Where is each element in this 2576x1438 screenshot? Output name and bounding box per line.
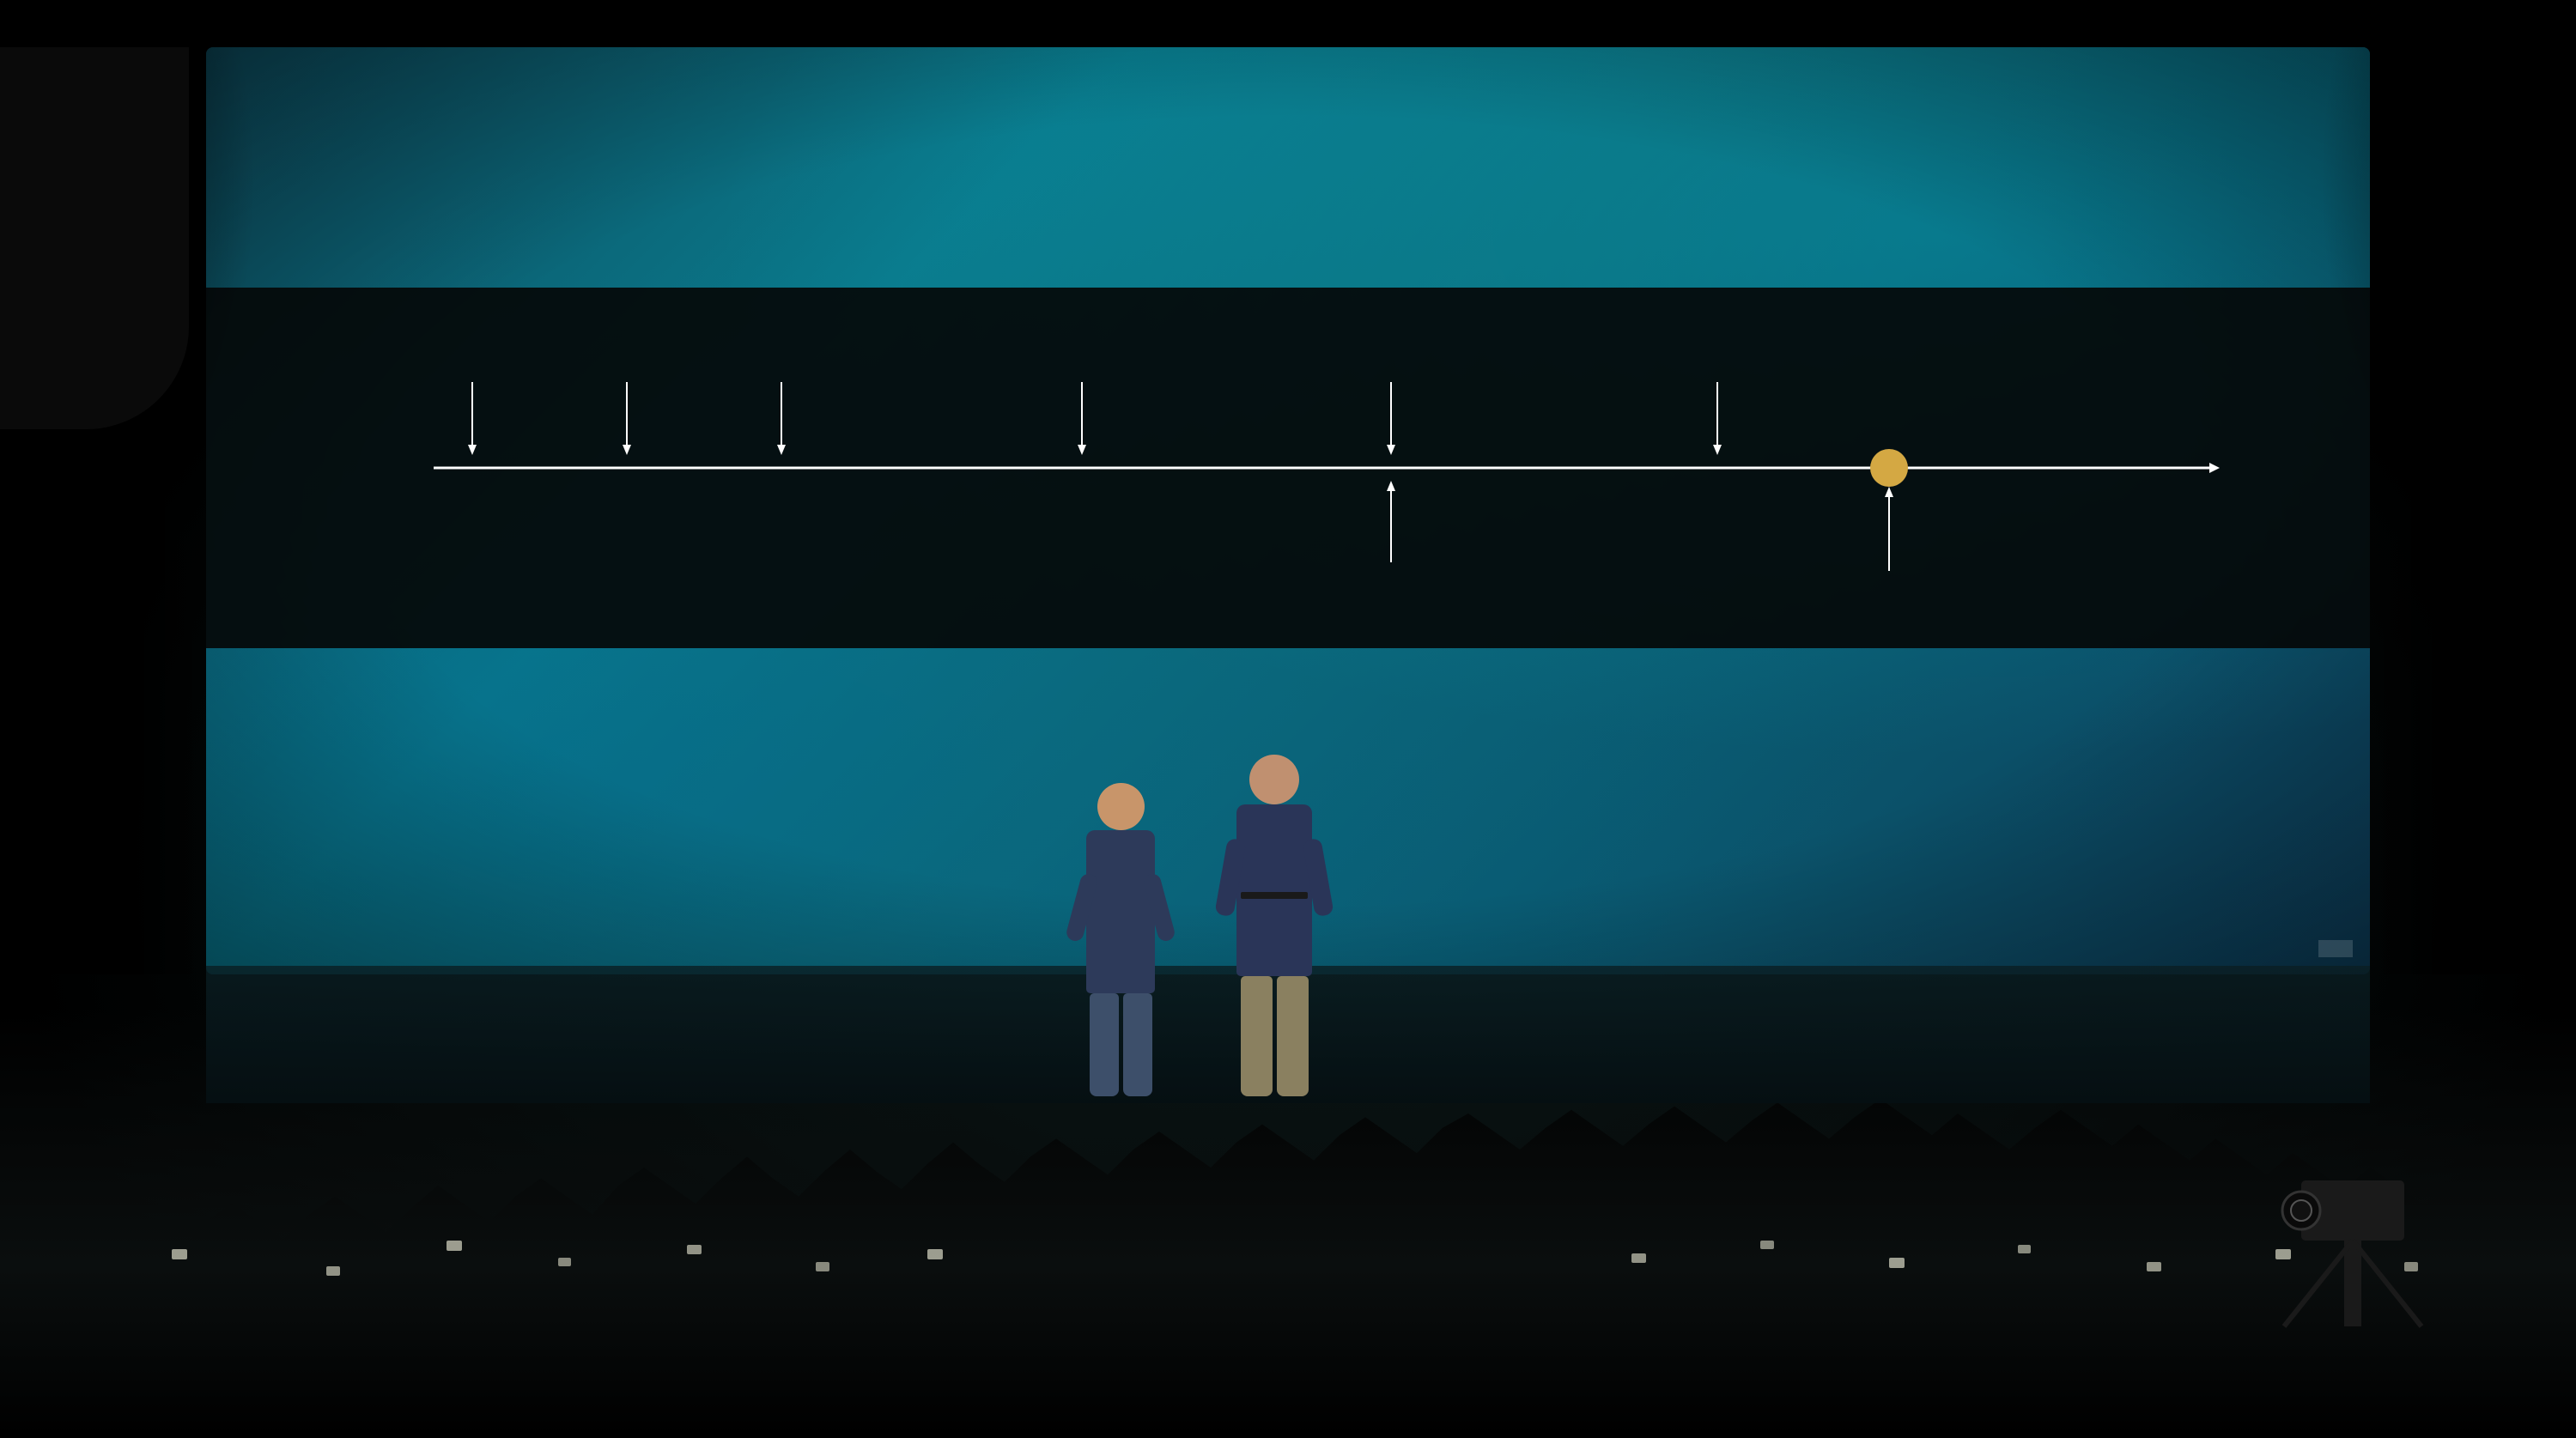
speaker-right (1236, 755, 1312, 1096)
diagram-svg (206, 288, 2370, 648)
speaker-left-body (1086, 830, 1155, 993)
camera-block-left (0, 0, 189, 429)
speaker-left-head (1097, 783, 1145, 830)
top-dark-bar (0, 0, 2576, 47)
screen-edge-right (2370, 47, 2576, 974)
speaker-right-body (1236, 804, 1312, 976)
title-area (206, 116, 2370, 124)
speaker-right-head (1249, 755, 1299, 804)
diagram-banner (206, 288, 2370, 648)
corner-brand (2318, 940, 2353, 957)
speaker-left (1086, 783, 1155, 1096)
